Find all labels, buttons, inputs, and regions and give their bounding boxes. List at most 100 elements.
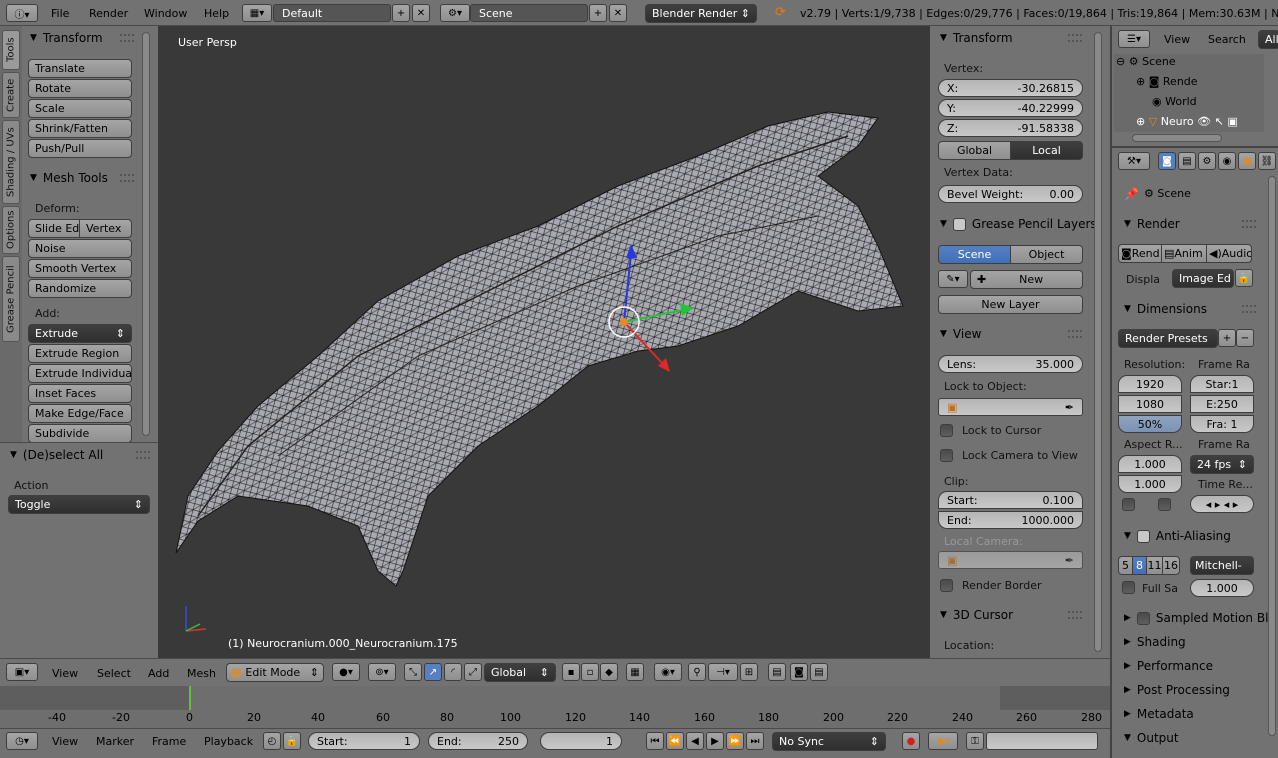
current-frame-field[interactable]: 1: [540, 732, 622, 750]
layout-icon[interactable]: ▦▾: [242, 4, 272, 22]
filter-size-field[interactable]: 1.000: [1190, 579, 1254, 597]
res-x-field[interactable]: 1920: [1118, 375, 1182, 393]
scene-icon[interactable]: ⚙▾: [440, 4, 470, 22]
outliner-row-world[interactable]: ◉ World: [1152, 95, 1197, 108]
outliner-row-scene[interactable]: ⊖ ⚙ Scene: [1116, 55, 1176, 68]
prev-keyframe-icon[interactable]: ⏪: [666, 732, 684, 750]
outliner-row-render[interactable]: ⊕ ◙ Rende: [1136, 75, 1198, 88]
eye-icon[interactable]: 👁: [1197, 115, 1211, 128]
vertex-x-field[interactable]: X: -30.26815: [938, 79, 1083, 97]
scale-manipulator-icon[interactable]: ⤢: [464, 663, 482, 681]
anti-aliasing-checkbox[interactable]: [1136, 529, 1150, 543]
smooth-vertex-button[interactable]: Smooth Vertex: [28, 259, 132, 278]
vertex-y-field[interactable]: Y: -40.22999: [938, 99, 1083, 117]
preview-range-icon[interactable]: ◴: [263, 732, 281, 750]
preset-remove-icon[interactable]: −: [1236, 329, 1254, 347]
timeline-marker-menu[interactable]: Marker: [96, 729, 134, 754]
snap-element-icon[interactable]: ⊣▾: [708, 663, 738, 681]
vertex-z-field[interactable]: Z: -91.58338: [938, 119, 1083, 137]
jump-start-icon[interactable]: ⏮: [646, 732, 664, 750]
aspect-x-field[interactable]: 1.000: [1118, 455, 1182, 473]
orientation-select[interactable]: Global ⇕: [484, 663, 556, 682]
display-select[interactable]: Image Ed: [1172, 269, 1234, 288]
post-processing-panel-header[interactable]: ▶ Post Processing: [1124, 680, 1264, 700]
render-audio-button[interactable]: ◀) Audio: [1206, 244, 1252, 263]
world-tab-icon[interactable]: ◉: [1218, 152, 1236, 170]
mesh-tools-panel-header[interactable]: ▼ Mesh Tools: [30, 168, 154, 188]
clip-start-field[interactable]: Start: 0.100: [938, 491, 1083, 509]
pivot-point-icon[interactable]: ⊚▾: [368, 663, 396, 681]
global-toggle[interactable]: Global: [938, 141, 1011, 160]
tab-grease-pencil[interactable]: Grease Pencil: [2, 256, 20, 342]
performance-panel-header[interactable]: ▶ Performance: [1124, 656, 1264, 676]
lock-object-field[interactable]: ▣ ✒: [938, 398, 1083, 416]
render-anim-button[interactable]: ▤ Anim: [1161, 244, 1207, 263]
new-layer-button[interactable]: New Layer: [938, 295, 1083, 314]
motion-blur-panel-header[interactable]: ▶ Sampled Motion Bl: [1124, 608, 1274, 628]
menu-help[interactable]: Help: [204, 0, 229, 26]
render-tab-icon[interactable]: ◙: [1158, 152, 1176, 170]
timeline-editor-icon[interactable]: ◷▾: [6, 732, 38, 750]
noise-button[interactable]: Noise: [28, 239, 132, 258]
manipulator-toggle-icon[interactable]: ⤡: [404, 663, 422, 681]
aa-11-button[interactable]: 11: [1146, 556, 1163, 575]
extrude-region-button[interactable]: Extrude Region: [28, 344, 132, 363]
view-menu[interactable]: View: [52, 659, 78, 687]
outliner-editor-icon[interactable]: ☰▾: [1118, 30, 1150, 48]
render-presets-select[interactable]: Render Presets: [1118, 329, 1218, 348]
slide-edge-button[interactable]: Slide Ed: [28, 219, 80, 238]
menu-file[interactable]: File: [51, 0, 69, 26]
play-icon[interactable]: ▶: [706, 732, 724, 750]
tool-shelf-scrollbar[interactable]: [142, 32, 150, 436]
outliner-row-mesh[interactable]: ⊕ ▽ Neuro 👁 ↖ ▣: [1136, 115, 1238, 128]
tab-options[interactable]: Options: [2, 206, 20, 254]
record-icon[interactable]: ●: [902, 732, 920, 750]
layers-tab-icon[interactable]: ▤: [1178, 152, 1196, 170]
local-toggle[interactable]: Local: [1010, 141, 1083, 160]
inset-faces-button[interactable]: Inset Faces: [28, 384, 132, 403]
timeline-end-field[interactable]: End: 250: [428, 732, 528, 750]
drag-handle-icon[interactable]: [1242, 220, 1256, 228]
layout-remove-icon[interactable]: ✕: [412, 4, 430, 22]
sync-select[interactable]: No Sync ⇕: [772, 732, 886, 751]
frame-step-field[interactable]: Fra: 1: [1190, 415, 1254, 433]
render-engine-select[interactable]: Blender Render ⇕: [645, 4, 757, 23]
shading-panel-header[interactable]: ▶ Shading: [1124, 632, 1264, 652]
frame-end-field[interactable]: E:250: [1190, 395, 1254, 413]
res-y-field[interactable]: 1080: [1118, 395, 1182, 413]
timeline[interactable]: -40 -20 0 20 40 60 80 100 120 140 160 18…: [0, 686, 1110, 728]
push-pull-button[interactable]: Push/Pull: [28, 139, 132, 158]
outliner-menu-search[interactable]: Search: [1208, 26, 1246, 52]
menu-window[interactable]: Window: [144, 0, 187, 26]
anti-aliasing-panel-header[interactable]: ▼ Anti-Aliasing: [1124, 526, 1264, 546]
outliner-filter-select[interactable]: All: [1258, 30, 1278, 49]
sidebar-scrollbar[interactable]: [1094, 32, 1102, 652]
frame-start-field[interactable]: Star:1: [1190, 375, 1254, 393]
operator-panel-header[interactable]: ▼ (De)select All: [10, 445, 150, 465]
drag-handle-icon[interactable]: [120, 34, 134, 42]
translate-button[interactable]: Translate: [28, 59, 132, 78]
make-edge-face-button[interactable]: Make Edge/Face: [28, 404, 132, 423]
jump-end-icon[interactable]: ⏭: [746, 732, 764, 750]
filter-select[interactable]: Mitchell-: [1190, 556, 1254, 575]
play-reverse-icon[interactable]: ◀: [686, 732, 704, 750]
face-select-icon[interactable]: ◆: [600, 663, 618, 681]
scene-field[interactable]: Scene: [470, 4, 588, 22]
output-panel-header[interactable]: ▼ Output: [1124, 728, 1264, 748]
action-select[interactable]: Toggle ⇕: [8, 495, 150, 514]
rotate-manipulator-icon[interactable]: ◜: [444, 663, 462, 681]
tab-create[interactable]: Create: [2, 72, 20, 118]
drag-handle-icon[interactable]: [1068, 330, 1082, 338]
timeline-playback-menu[interactable]: Playback: [204, 729, 253, 754]
render-image-button[interactable]: ◙ Rend: [1118, 244, 1162, 263]
view3d-editor-icon[interactable]: ▣▾: [6, 663, 38, 681]
timeline-frame-menu[interactable]: Frame: [152, 729, 186, 754]
scale-button[interactable]: Scale: [28, 99, 132, 118]
motion-blur-checkbox[interactable]: [1136, 611, 1150, 625]
menu-render[interactable]: Render: [89, 0, 128, 26]
extrude-individual-button[interactable]: Extrude Individual: [28, 364, 132, 383]
aa-8-button[interactable]: 8: [1132, 556, 1147, 575]
render-props-scrollbar[interactable]: [1268, 176, 1276, 736]
outliner-menu-view[interactable]: View: [1164, 26, 1190, 52]
clip-end-field[interactable]: End: 1000.000: [938, 511, 1083, 529]
